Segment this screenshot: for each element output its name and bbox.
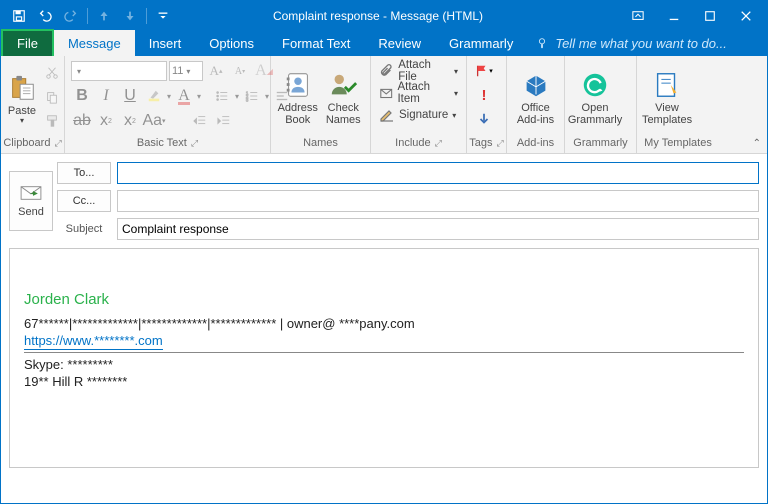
to-button[interactable]: To... xyxy=(57,162,111,184)
qat-customize-icon[interactable] xyxy=(151,4,175,28)
subscript-icon[interactable]: x2 xyxy=(95,110,117,132)
signature-skype: Skype: ********* xyxy=(24,357,744,372)
attach-file-button[interactable]: Attach File▾ xyxy=(377,60,460,82)
group-grammarly: Open Grammarly Grammarly xyxy=(565,56,637,153)
quick-access-toolbar xyxy=(1,4,175,28)
svg-text:3: 3 xyxy=(246,97,249,102)
tab-options[interactable]: Options xyxy=(195,30,268,56)
check-names-button[interactable]: Check Names xyxy=(323,60,365,126)
tab-message[interactable]: Message xyxy=(54,30,135,56)
high-importance-icon[interactable]: ! xyxy=(473,84,495,106)
clipboard-dialog-icon[interactable]: ⤢ xyxy=(54,138,61,149)
send-button[interactable]: Send xyxy=(9,171,53,231)
ribbon: Paste ▾ Clipboard⤢ ▾ 11▾ A▴ A▾ A◢ B I xyxy=(1,56,767,154)
envelope-header: Send To... Cc... Subject xyxy=(1,154,767,240)
underline-icon[interactable]: U xyxy=(119,85,141,107)
maximize-icon[interactable] xyxy=(693,4,727,28)
group-tags: ▾ ! Tags⤢ xyxy=(467,56,507,153)
close-icon[interactable] xyxy=(729,4,763,28)
tab-format-text[interactable]: Format Text xyxy=(268,30,364,56)
window-title: Complaint response - Message (HTML) xyxy=(175,9,621,23)
font-name-select[interactable]: ▾ xyxy=(71,61,167,81)
view-templates-button[interactable]: View Templates xyxy=(643,60,691,126)
to-field[interactable] xyxy=(117,162,759,184)
undo-icon[interactable] xyxy=(33,4,57,28)
align-left-icon[interactable] xyxy=(271,85,293,107)
highlight-icon[interactable] xyxy=(143,85,165,107)
attach-item-button[interactable]: Attach Item▾ xyxy=(377,82,460,104)
grow-font-icon[interactable]: A▴ xyxy=(205,60,227,82)
font-size-select[interactable]: 11▾ xyxy=(169,61,203,81)
title-bar: Complaint response - Message (HTML) xyxy=(1,1,767,30)
decrease-indent-icon[interactable] xyxy=(189,110,211,132)
basictext-dialog-icon[interactable]: ⤢ xyxy=(191,138,198,149)
cc-button[interactable]: Cc... xyxy=(57,190,111,212)
signature-button[interactable]: Signature▾ xyxy=(377,104,458,126)
cut-icon xyxy=(41,62,63,84)
save-icon[interactable] xyxy=(7,4,31,28)
clear-format-icon[interactable]: A◢ xyxy=(253,60,275,82)
tab-insert[interactable]: Insert xyxy=(135,30,196,56)
cc-field[interactable] xyxy=(117,190,759,212)
prev-item-icon[interactable] xyxy=(92,4,116,28)
group-basic-text: ▾ 11▾ A▴ A▾ A◢ B I U ▾ A ▾ ▾ 123 ▾ xyxy=(65,56,271,153)
superscript-icon[interactable]: x2 xyxy=(119,110,141,132)
shrink-font-icon[interactable]: A▾ xyxy=(229,60,251,82)
signature-address: 19** Hill R ******** xyxy=(24,374,744,389)
bold-icon[interactable]: B xyxy=(71,85,93,107)
format-painter-icon xyxy=(41,110,63,132)
collapse-ribbon-icon[interactable]: ⌃ xyxy=(753,138,761,149)
tell-me-search[interactable]: Tell me what you want to do... xyxy=(527,30,767,56)
signature-contact-line: 67******|*************|*************|***… xyxy=(24,316,744,331)
tab-file[interactable]: File xyxy=(1,29,54,56)
office-addins-button[interactable]: Office Add-ins xyxy=(513,60,558,126)
case-icon[interactable]: Aa▾ xyxy=(143,110,165,132)
numbering-icon[interactable]: 123 xyxy=(241,85,263,107)
low-importance-icon[interactable] xyxy=(473,108,495,130)
next-item-icon[interactable] xyxy=(118,4,142,28)
tab-grammarly[interactable]: Grammarly xyxy=(435,30,527,56)
ribbon-display-icon[interactable] xyxy=(621,4,655,28)
tell-me-placeholder: Tell me what you want to do... xyxy=(555,36,727,51)
copy-icon xyxy=(41,86,63,108)
redo-icon[interactable] xyxy=(59,4,83,28)
include-dialog-icon[interactable]: ⤢ xyxy=(435,138,442,149)
minimize-icon[interactable] xyxy=(657,4,691,28)
tags-dialog-icon[interactable]: ⤢ xyxy=(497,138,504,149)
follow-up-flag-icon[interactable]: ▾ xyxy=(473,60,495,82)
subject-label: Subject xyxy=(57,223,111,235)
italic-icon[interactable]: I xyxy=(95,85,117,107)
bullets-icon[interactable] xyxy=(211,85,233,107)
tab-review[interactable]: Review xyxy=(364,30,435,56)
open-grammarly-button[interactable]: Open Grammarly xyxy=(571,60,619,126)
group-addins: Office Add-ins Add-ins xyxy=(507,56,565,153)
subject-field[interactable] xyxy=(117,218,759,240)
paste-button[interactable]: Paste ▾ xyxy=(7,60,37,126)
message-body[interactable]: Jorden Clark 67******|*************|****… xyxy=(9,248,759,468)
signature-name: Jorden Clark xyxy=(24,291,744,308)
font-color-icon[interactable]: A xyxy=(173,85,195,107)
increase-indent-icon[interactable] xyxy=(213,110,235,132)
group-include: Attach File▾ Attach Item▾ Signature▾ Inc… xyxy=(371,56,467,153)
strike-icon[interactable]: ab xyxy=(71,110,93,132)
group-clipboard: Paste ▾ Clipboard⤢ xyxy=(1,56,65,153)
ribbon-tabs: File Message Insert Options Format Text … xyxy=(1,30,767,56)
group-mytemplates: View Templates My Templates xyxy=(637,56,719,153)
signature-divider xyxy=(24,352,744,353)
signature-website-link[interactable]: https://www.********.com xyxy=(24,333,163,350)
